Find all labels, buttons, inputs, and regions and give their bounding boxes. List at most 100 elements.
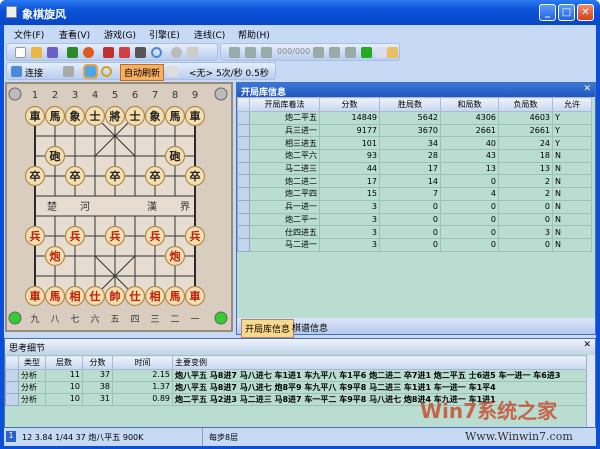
menu-file[interactable]: 文件(F) — [14, 28, 44, 41]
piece-label: 馬 — [170, 290, 181, 303]
table-row[interactable]: 炮二进二 17 14 0 2 N — [237, 174, 592, 189]
new-icon[interactable] — [15, 47, 26, 58]
cell: N — [552, 174, 592, 189]
cell: 9177 — [319, 123, 380, 138]
piece-label: 卒 — [150, 169, 161, 183]
corner-indicator-icon — [8, 87, 22, 101]
row-indicator-header — [237, 97, 250, 112]
piece-label: 車 — [190, 109, 201, 123]
file-number-top: 9 — [192, 90, 198, 101]
monitor-icon[interactable] — [135, 47, 146, 58]
stop-icon[interactable] — [171, 47, 182, 58]
page-icon[interactable] — [167, 66, 178, 77]
table-row[interactable]: 炮二平四 15 7 4 2 N — [237, 187, 592, 201]
row-indicator — [5, 381, 19, 394]
prev-icon[interactable] — [261, 47, 272, 58]
menu-help[interactable]: 帮助(H) — [238, 28, 270, 41]
river-text: 漢 — [147, 200, 157, 213]
cell: 37 — [82, 369, 113, 382]
piece-label: 馬 — [50, 110, 61, 123]
cell: 101 — [319, 136, 380, 151]
tab-opening-book[interactable]: 开局库信息 — [241, 319, 295, 338]
table-row[interactable]: 仕四进五 3 0 0 3 N — [237, 225, 592, 239]
close-button[interactable]: ✕ — [577, 4, 594, 21]
monitor-red-icon[interactable] — [103, 47, 114, 58]
menu-game[interactable]: 游戏(G) — [104, 28, 136, 41]
prev-fast-icon[interactable] — [245, 47, 256, 58]
menu-engine[interactable]: 引擎(E) — [149, 28, 180, 41]
paste-icon[interactable] — [387, 47, 398, 58]
clock-icon[interactable] — [83, 47, 94, 58]
row-indicator — [237, 187, 250, 201]
first-icon[interactable] — [229, 47, 240, 58]
menu-connect[interactable]: 连线(C) — [194, 28, 225, 41]
save-icon[interactable] — [47, 47, 58, 58]
piece-label: 卒 — [70, 169, 81, 183]
monitor-toggle-icon[interactable] — [83, 64, 98, 79]
maximize-button[interactable]: □ — [558, 4, 575, 21]
col-depth[interactable]: 层数 — [45, 355, 83, 370]
cell: 分析 — [18, 381, 46, 394]
cell: Y — [552, 111, 592, 125]
cell: 炮八平五 马8进7 马八进七 车1进1 车九平八 车1平6 炮二进二 卒7进1 … — [172, 369, 587, 382]
cell: Y — [552, 123, 592, 138]
cell: N — [552, 187, 592, 201]
piece-label: 兵 — [190, 229, 201, 243]
col-allow[interactable]: 允许 — [552, 97, 592, 112]
close-icon[interactable]: ✕ — [583, 84, 591, 94]
info-icon: 1 — [6, 431, 16, 442]
table-row[interactable]: 炮二平六 93 28 43 18 N — [237, 149, 592, 163]
piece-label: 象 — [150, 109, 161, 123]
table-row[interactable]: 马二进一 3 0 0 0 N — [237, 237, 592, 252]
search-icon[interactable] — [151, 47, 162, 58]
col-wins[interactable]: 胜局数 — [379, 97, 441, 112]
close-icon[interactable]: ✕ — [583, 340, 591, 350]
table-row[interactable]: 兵三进一 9177 3670 2661 2661 Y — [237, 123, 592, 138]
tab-game-record[interactable]: 棋谱信息 — [289, 319, 331, 336]
table-row[interactable]: 分析 11 37 2.15 炮八平五 马8进7 马八进七 车1进1 车九平八 车1平6 … — [5, 369, 587, 382]
col-type[interactable]: 类型 — [18, 355, 46, 370]
col-score[interactable]: 分数 — [319, 97, 380, 112]
menu-view[interactable]: 查看(V) — [59, 28, 90, 41]
col-draws[interactable]: 和局数 — [440, 97, 499, 112]
cell: 炮二平五 — [249, 111, 320, 125]
vertical-scrollbar[interactable] — [586, 355, 595, 427]
undo-icon[interactable] — [187, 47, 198, 58]
menu-bar: 文件(F) 查看(V) 游戏(G) 引擎(E) 连线(C) 帮助(H) — [4, 25, 596, 42]
cell: 31 — [82, 393, 113, 406]
col-score[interactable]: 分数 — [82, 355, 113, 370]
board-icon[interactable] — [67, 47, 78, 58]
next-icon[interactable] — [313, 47, 324, 58]
open-icon[interactable] — [31, 47, 42, 58]
cell: 4603 — [498, 111, 553, 125]
last-icon[interactable] — [345, 47, 356, 58]
auto-refresh-button[interactable]: 自动刷新 — [120, 64, 165, 81]
panel-header: 开局库信息 ✕ — [237, 83, 595, 98]
col-main-line[interactable]: 主要变例 — [172, 355, 587, 370]
cell: 2 — [498, 174, 553, 189]
cell: 0 — [440, 225, 499, 239]
minimize-button[interactable]: _ — [539, 4, 556, 21]
river-text: 界 — [180, 201, 190, 213]
watermark-url: Www.Winwin7.com — [465, 430, 573, 443]
table-row[interactable]: 炮二平五 14849 5642 4306 4603 Y — [237, 111, 592, 125]
next-fast-icon[interactable] — [329, 47, 340, 58]
table-row[interactable]: 炮二平一 3 0 0 0 N — [237, 212, 592, 227]
flag-icon[interactable] — [361, 47, 372, 58]
monitor-red2-icon[interactable] — [119, 47, 130, 58]
col-move[interactable]: 开局库着法 — [249, 97, 320, 112]
chess-board[interactable]: 楚河漢界1 2 3 4 5 6 7 8 9九八七六五四三二一車馬象士將士象馬車砲 砲卒卒卒卒卒兵兵… — [7, 84, 231, 330]
connect-button[interactable]: 连接 — [25, 66, 43, 79]
table-row[interactable]: 兵一进一 3 0 0 0 N — [237, 199, 592, 214]
row-indicator — [237, 149, 250, 163]
analyze-icon[interactable] — [101, 66, 112, 77]
disconnect-icon[interactable] — [63, 66, 74, 77]
copy-icon[interactable] — [375, 47, 386, 58]
table-row[interactable]: 相三进五 101 34 40 24 Y — [237, 136, 592, 151]
piece-label: 帥 — [110, 289, 121, 303]
col-losses[interactable]: 负局数 — [498, 97, 553, 112]
table-row[interactable]: 分析 10 38 1.37 炮八平五 马8进7 马八进七 炮8平9 车九平八 车9平8 … — [5, 381, 587, 394]
table-row[interactable]: 马二进三 44 17 13 13 N — [237, 161, 592, 176]
cell: 10 — [45, 393, 83, 406]
col-time[interactable]: 时间 — [112, 355, 173, 370]
